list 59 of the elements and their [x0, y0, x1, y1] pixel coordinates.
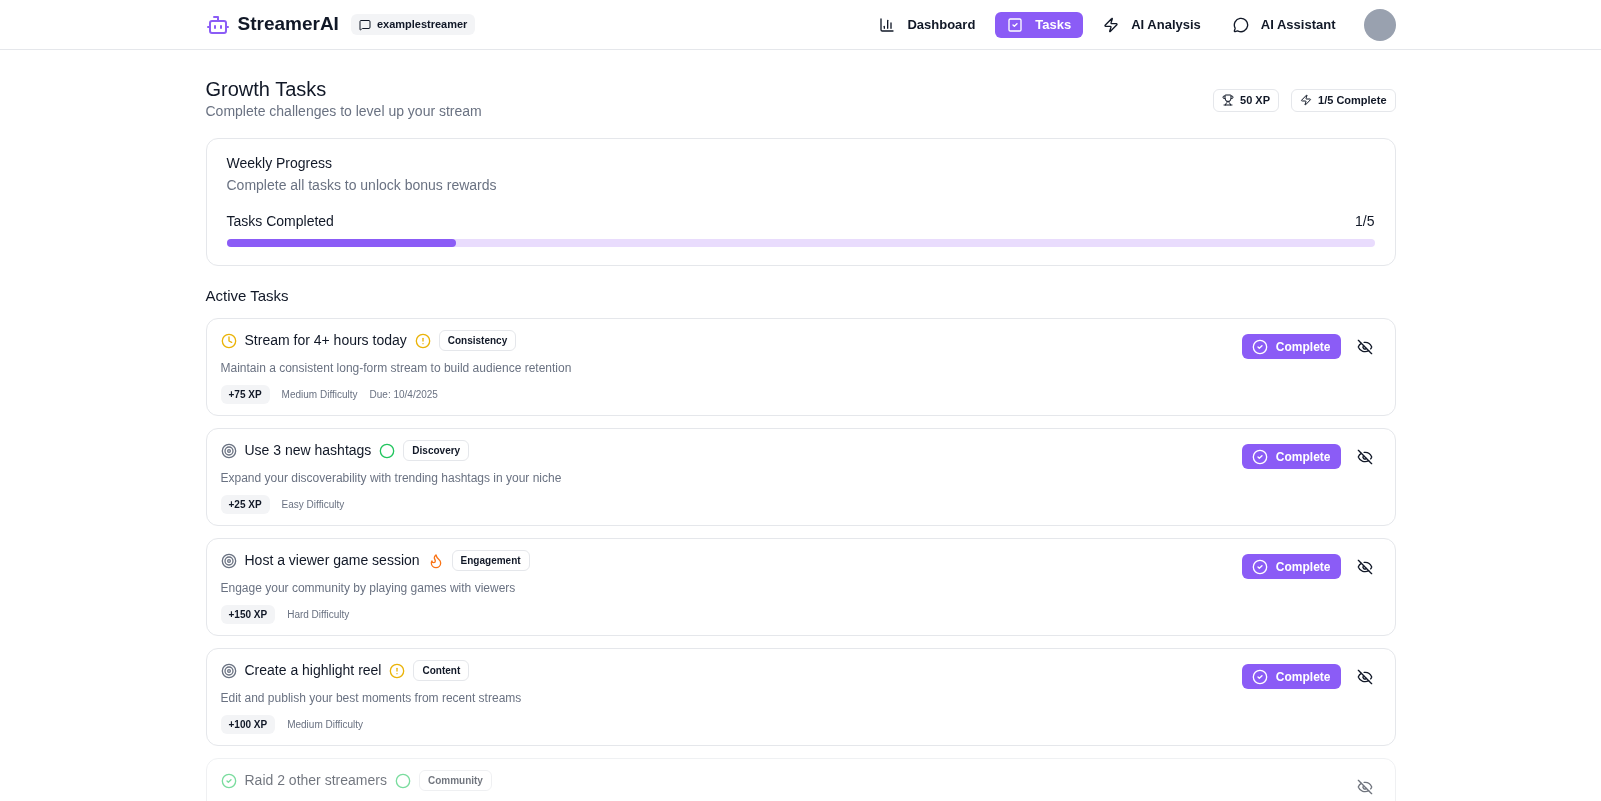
task-title: Use 3 new hashtags — [244, 441, 372, 460]
complete-button[interactable]: Complete — [1241, 554, 1341, 579]
stat-badge: 1/5 Complete — [1291, 89, 1396, 112]
complete-button[interactable]: Complete — [1241, 444, 1341, 469]
task-title: Stream for 4+ hours today — [244, 331, 407, 350]
page-title: Growth Tasks — [205, 77, 328, 101]
complete-button[interactable]: Complete — [1241, 664, 1341, 689]
eye-off-icon — [1356, 778, 1373, 795]
section-heading: Active Tasks — [205, 286, 290, 306]
progress-label: Tasks Completed — [226, 212, 334, 231]
brand-name: StreamerAI — [237, 12, 339, 37]
check-circle-icon — [1251, 448, 1268, 465]
task-description: Edit and publish your best moments from recent streams — [220, 690, 522, 707]
category-tag: Content — [413, 660, 470, 681]
lightning-icon — [1300, 94, 1313, 107]
chat-icon — [358, 18, 371, 31]
nav-tab[interactable]: Dashboard — [867, 11, 988, 38]
task-title: Host a viewer game session — [244, 551, 420, 570]
task-title: Create a highlight reel — [244, 661, 382, 680]
xp-badge: +75 XP — [220, 385, 270, 404]
task-description: Maintain a consistent long-form stream to build audience retention — [220, 360, 572, 377]
xp-badge: +150 XP — [220, 605, 276, 624]
bar-chart-icon — [879, 16, 896, 33]
check-circle-icon — [1251, 558, 1268, 575]
complete-button[interactable]: Complete — [1241, 334, 1341, 359]
page-subtitle: Complete challenges to level up your stream — [205, 102, 482, 121]
category-tag: Community — [418, 770, 492, 791]
due-date: Due: 10/4/2025 — [369, 388, 438, 402]
nav-tab[interactable]: AI Analysis — [1091, 11, 1213, 38]
eye-off-icon — [1356, 558, 1373, 575]
xp-badge: +25 XP — [220, 495, 270, 514]
eye-off-icon — [1356, 448, 1373, 465]
difficulty-text: Hard Difficulty — [287, 608, 350, 622]
task-description: Engage your community by playing games with viewers — [220, 580, 517, 597]
task-description: Expand your discoverability with trending hashtags in your niche — [220, 470, 562, 487]
chat-bubble-icon — [1232, 16, 1249, 33]
check-circle-icon — [1251, 338, 1268, 355]
task-title: Raid 2 other streamers — [244, 771, 387, 790]
eye-off-icon — [1356, 338, 1373, 355]
trophy-icon — [1222, 94, 1235, 107]
card-subtitle: Complete all tasks to unlock bonus rewards — [226, 176, 498, 195]
category-tag: Discovery — [403, 440, 470, 461]
nav-tab[interactable]: Tasks — [995, 11, 1084, 38]
checkbox-icon — [1007, 16, 1024, 33]
difficulty-text: Medium Difficulty — [281, 388, 358, 402]
progress-reading: 1/5 — [1355, 212, 1375, 231]
avatar[interactable] — [1363, 8, 1396, 41]
stat-badge: 50 XP — [1213, 89, 1280, 112]
difficulty-text: Easy Difficulty — [281, 498, 345, 512]
eye-off-icon — [1356, 668, 1373, 685]
lightning-icon — [1103, 16, 1120, 33]
difficulty-text: Medium Difficulty — [287, 718, 364, 732]
xp-badge: +100 XP — [220, 715, 276, 734]
card-title: Weekly Progress — [226, 154, 334, 173]
category-tag: Consistency — [438, 330, 517, 351]
category-tag: Engagement — [451, 550, 530, 571]
nav-tab[interactable]: AI Assistant — [1220, 11, 1348, 38]
check-circle-icon — [1251, 668, 1268, 685]
channel-badge: examplestreamer — [350, 14, 476, 35]
